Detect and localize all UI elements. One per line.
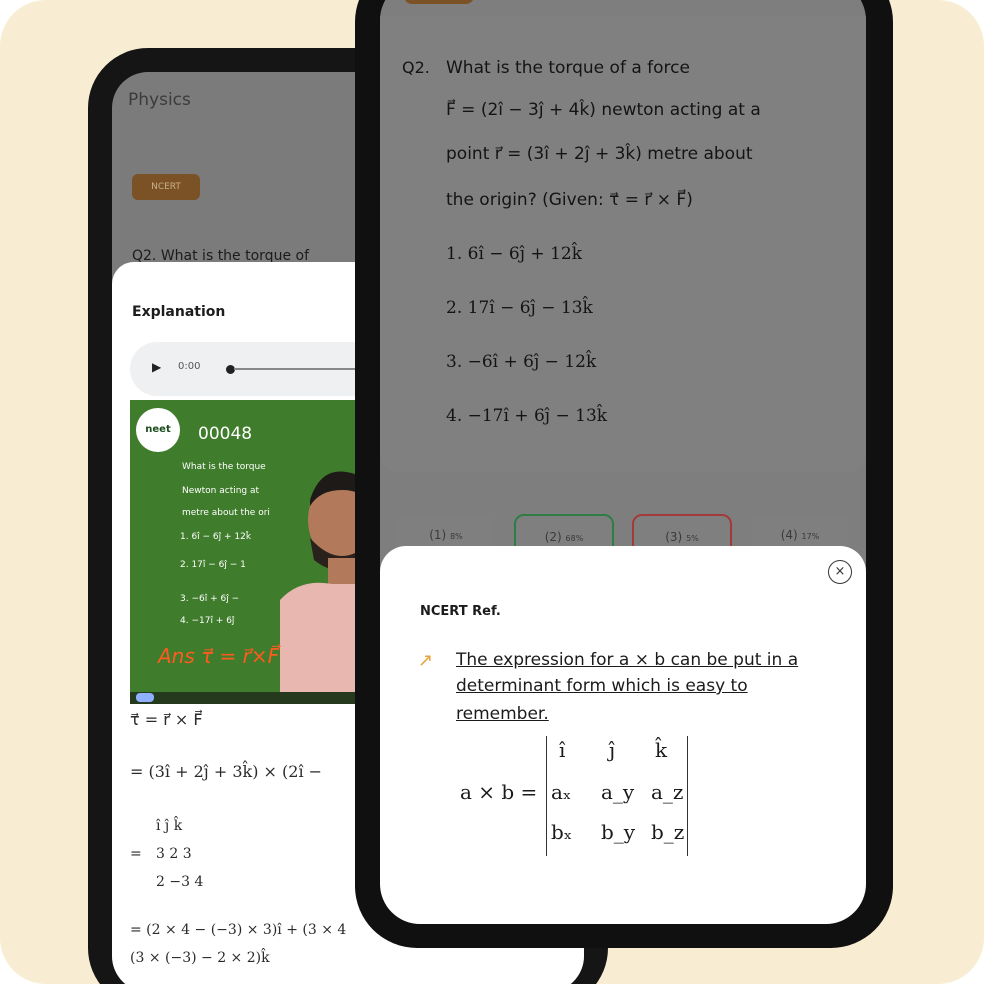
option-3: 3. −6î + 6ĵ − 12k̂ [446, 352, 597, 372]
answer-pill-label: (4) [780, 528, 798, 542]
ncert-ref-link[interactable]: determinant form which is easy to [456, 676, 748, 696]
question-number: Q2. [402, 58, 430, 77]
teacher-image [280, 471, 358, 704]
matrix-cell: b_y [601, 820, 636, 844]
promo-card: Physics NCERT Q2. What is the torque of … [0, 0, 984, 984]
video-text-line: 2. 17î − 6ĵ − 1 [180, 560, 246, 570]
video-text-line: 4. −17î + 6ĵ [180, 616, 235, 626]
solution-line: = (2 × 4 − (−3) × 3)î + (3 × 4 [130, 922, 347, 938]
close-icon[interactable]: × [828, 560, 852, 584]
front-phone-screen: Q2. What is the torque of a force F⃗ = (… [380, 0, 866, 924]
matrix-cell: a_z [651, 780, 684, 804]
question-text-line: F⃗ = (2î − 3ĵ + 4k̂) newton acting at a [446, 100, 761, 120]
ncert-ref-sheet: × NCERT Ref. ↗ The expression for a × b … [380, 546, 866, 924]
matrix-cell: b_z [651, 820, 685, 844]
ncert-ref-title: NCERT Ref. [420, 604, 501, 619]
play-icon[interactable]: ▶ [152, 360, 161, 374]
matrix-cell: k̂ [655, 738, 668, 762]
question-text-line: point r⃗ = (3î + 2ĵ + 3k̂) metre about [446, 144, 753, 164]
neet-logo: neet [136, 408, 180, 452]
video-text-line: metre about the ori [182, 508, 270, 518]
determinant-row: 2 −3 4 [156, 874, 204, 890]
determinant-row: î ĵ k̂ [156, 818, 183, 834]
external-link-icon[interactable]: ↗ [418, 650, 433, 671]
ncert-ref-link[interactable]: remember. [456, 704, 549, 724]
solution-line: = (3î + 2ĵ + 3k̂) × (2î − [130, 762, 323, 781]
option-1: 1. 6î − 6ĵ + 12k̂ [446, 244, 582, 264]
matrix-cell: î [559, 738, 566, 762]
subject-title: Physics [128, 90, 191, 110]
video-number: 00048 [198, 424, 253, 444]
matrix-cell: ĵ [609, 738, 616, 762]
question-text-line: What is the torque of a force [446, 58, 690, 78]
video-text-line: 1. 6î − 6ĵ + 12k̂ [180, 532, 252, 542]
cross-product-lhs: a × b = [460, 780, 538, 804]
question-card: Q2. What is the torque of a force F⃗ = (… [380, 16, 866, 472]
matrix-cell: aₓ [551, 780, 572, 804]
matrix-cell: a_y [601, 780, 635, 804]
explanation-video[interactable]: neet 00048 What is the torque Newton act… [130, 400, 358, 704]
answer-pill-label: (2) [544, 530, 562, 544]
video-text-line: 3. −6î + 6ĵ − [180, 594, 240, 604]
ncert-badge: NCERT [132, 174, 200, 200]
answer-pill-percent: 17% [801, 532, 820, 541]
video-text-line: Newton acting at [182, 486, 260, 496]
matrix-cell: bₓ [551, 820, 573, 844]
solution-line: τ⃗ = r⃗ × F⃗ [130, 710, 203, 729]
solution-line: (3 × (−3) − 2 × 2)k̂ [130, 950, 270, 966]
question-text-line: the origin? (Given: τ⃗ = r⃗ × F⃗) [446, 190, 693, 210]
answer-pill-percent: 68% [565, 534, 584, 543]
option-4: 4. −17î + 6ĵ − 13k̂ [446, 406, 608, 426]
video-seek-thumb[interactable] [136, 693, 154, 702]
determinant-row: 3 2 3 [156, 846, 192, 862]
answer-pill-percent: 5% [686, 534, 699, 543]
video-text-line: What is the torque [182, 462, 266, 472]
answer-pill-label: (3) [665, 530, 683, 544]
handwritten-note: Ans τ⃗ = r⃗×F⃗ [158, 644, 280, 668]
audio-time: 0:00 [178, 361, 201, 372]
answer-pill-percent: 8% [450, 532, 463, 541]
explanation-title: Explanation [132, 304, 226, 320]
option-2: 2. 17î − 6ĵ − 13k̂ [446, 298, 593, 318]
video-seekbar[interactable] [130, 692, 358, 704]
determinant-equals: = [130, 846, 142, 862]
ncert-badge-top [404, 0, 474, 4]
determinant-matrix: î ĵ k̂ aₓ a_y a_z bₓ b_y b_z [546, 736, 688, 856]
answer-pill-label: (1) [429, 528, 447, 542]
ncert-ref-link[interactable]: The expression for a × b can be put in a [456, 650, 798, 670]
